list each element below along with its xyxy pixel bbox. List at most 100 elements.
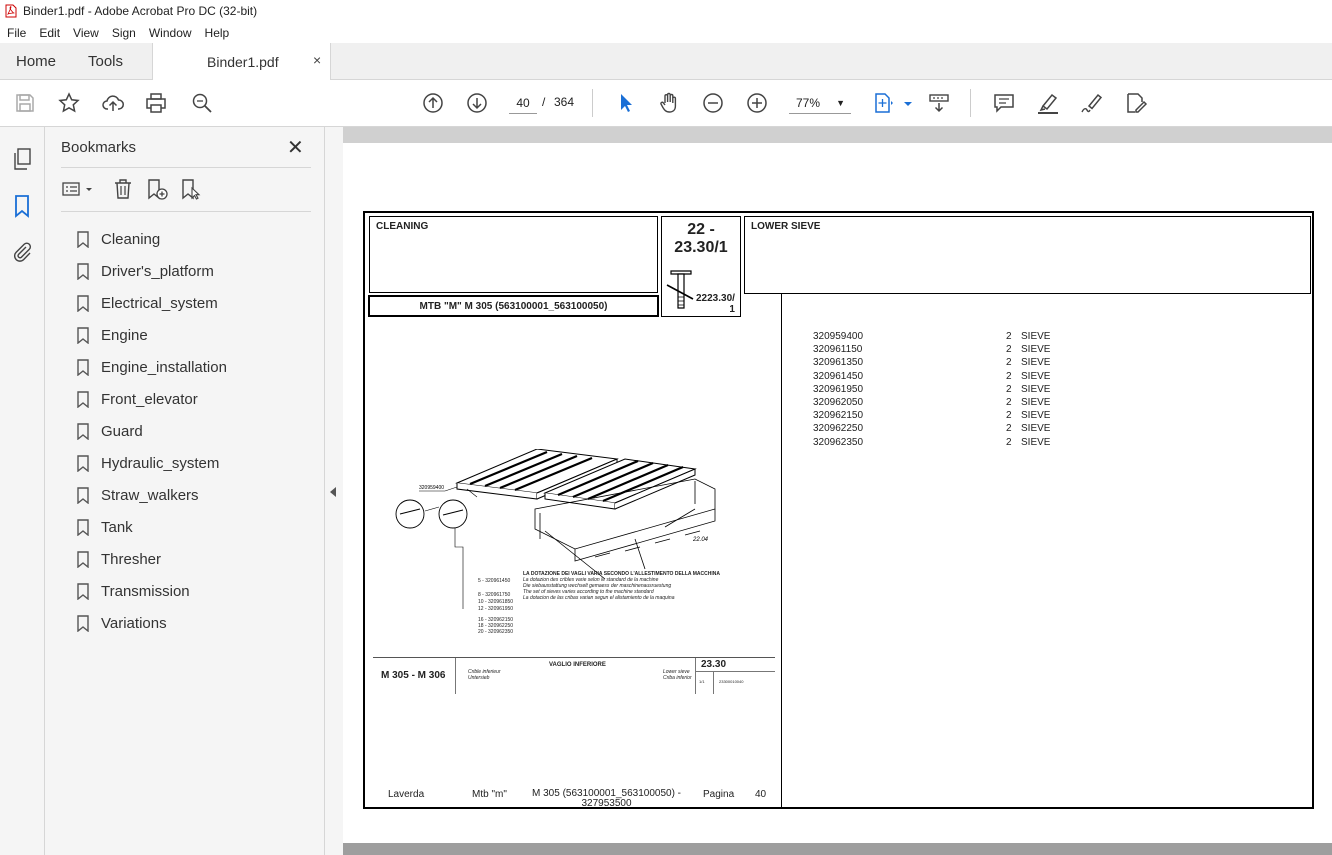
divider xyxy=(61,211,311,212)
bookmark-label: Variations xyxy=(101,614,167,632)
tab-home[interactable]: Home xyxy=(16,53,56,70)
star-icon[interactable] xyxy=(57,91,81,115)
search-zoom-icon[interactable] xyxy=(190,91,214,115)
bookmark-icon xyxy=(77,326,89,344)
bookmark-item[interactable]: Engine xyxy=(77,319,227,351)
part-number: 320962250 xyxy=(813,423,864,435)
tab-tools[interactable]: Tools xyxy=(88,53,123,70)
footer-model: M 305 (563100001_563100050) - 327953500 xyxy=(532,789,681,809)
zoom-level-select[interactable]: 77% ▼ xyxy=(789,92,851,114)
parts-list: 320959400 2 SIEVE 320961150 2 SIEVE 32096135… xyxy=(813,330,1050,449)
comment-icon[interactable] xyxy=(992,91,1016,115)
part-desc: SIEVE xyxy=(1021,331,1051,342)
draw-sign-icon[interactable] xyxy=(1080,91,1104,115)
hand-tool-icon[interactable] xyxy=(657,91,681,115)
bookmark-item[interactable]: Transmission xyxy=(77,575,227,607)
title-block-translations-left: Crible inferieur Untersieb xyxy=(468,669,501,681)
bookmark-item[interactable]: Engine_installation xyxy=(77,351,227,383)
select-cursor-icon[interactable] xyxy=(613,91,637,115)
bookmark-item[interactable]: Guard xyxy=(77,415,227,447)
divider xyxy=(61,167,311,168)
divider xyxy=(455,658,456,694)
part-qty: 2 xyxy=(1006,410,1012,422)
pages-thumbnails-icon[interactable] xyxy=(11,147,33,171)
attachment-icon[interactable] xyxy=(11,240,33,264)
bookmark-item[interactable]: Variations xyxy=(77,607,227,639)
bookmark-icon xyxy=(77,518,89,536)
chevron-down-icon: ▼ xyxy=(836,98,845,108)
part-qty: 2 xyxy=(1006,370,1012,382)
tab-close-icon[interactable]: × xyxy=(313,52,321,68)
group-number-line-1: 22 - xyxy=(687,221,715,238)
drawing-callout-main: 320959400 xyxy=(419,485,444,491)
part-desc: SIEVE xyxy=(1021,383,1051,395)
table-row: 320961950 2 SIEVE xyxy=(813,383,1050,396)
delete-icon[interactable] xyxy=(111,177,135,201)
bookmark-item[interactable]: Tank xyxy=(77,511,227,543)
bookmark-item[interactable]: Hydraulic_system xyxy=(77,447,227,479)
title-block-code: 23.30 xyxy=(701,659,727,670)
menu-help[interactable]: Help xyxy=(198,26,236,40)
part-number: 320961150 xyxy=(813,344,863,356)
table-row: 320959400 2 SIEVE xyxy=(813,330,1050,343)
tab-document[interactable]: Binder1.pdf × xyxy=(152,43,331,80)
bookmark-label: Hydraulic_system xyxy=(101,454,220,472)
page-number-input[interactable]: 40 xyxy=(509,92,537,114)
variant-label: 12 - 320961950 xyxy=(478,606,514,612)
part-desc: SIEVE xyxy=(1021,410,1051,422)
scroll-mode-icon[interactable] xyxy=(927,91,951,115)
group-ref-line-2: 1 xyxy=(729,304,735,315)
menu-file[interactable]: File xyxy=(0,26,32,40)
part-qty: 2 xyxy=(1006,357,1012,369)
part-qty: 2 xyxy=(1006,423,1012,435)
menu-window[interactable]: Window xyxy=(142,26,198,40)
fit-page-icon[interactable] xyxy=(871,91,895,115)
options-menu-icon[interactable] xyxy=(61,177,97,201)
document-view[interactable]: CLEANING MTB "M" M 305 (563100001_563100… xyxy=(343,127,1332,855)
menu-view[interactable]: View xyxy=(66,26,105,40)
add-bookmark-icon[interactable] xyxy=(145,177,169,201)
fit-dropdown-icon[interactable] xyxy=(896,91,912,115)
drawing-legend: LA DOTAZIONE DEI VAGLI VARIA SECONDO L'A… xyxy=(523,571,720,601)
part-number: 320959400 xyxy=(813,331,864,342)
part-title: LOWER SIEVE xyxy=(744,216,1311,294)
bookmark-icon xyxy=(77,262,89,280)
next-page-icon[interactable] xyxy=(465,91,489,115)
bookmarks-tools xyxy=(61,177,311,203)
group-number-box: 22 - 23.30/1 2223.30/ 1 xyxy=(661,216,741,317)
variant-label: 20 - 320962350 xyxy=(478,629,514,635)
close-icon[interactable]: ✕ xyxy=(287,135,304,160)
zoom-out-icon[interactable] xyxy=(701,91,725,115)
translation: Criba inferior xyxy=(663,675,692,681)
bookmark-item[interactable]: Front_elevator xyxy=(77,383,227,415)
print-icon[interactable] xyxy=(144,91,168,115)
page-total: 364 xyxy=(554,95,575,109)
part-qty: 2 xyxy=(1006,331,1012,342)
highlight-pen-icon[interactable] xyxy=(1036,91,1060,115)
bookmark-icon xyxy=(77,358,89,376)
bookmark-item[interactable]: Driver's_platform xyxy=(77,255,227,287)
menu-sign[interactable]: Sign xyxy=(105,26,142,40)
zoom-in-icon[interactable] xyxy=(745,91,769,115)
part-desc: SIEVE xyxy=(1021,397,1051,409)
bookmark-list: Cleaning Driver's_platform Electrical_sy… xyxy=(77,223,227,639)
bookmark-item[interactable]: Thresher xyxy=(77,543,227,575)
bookmark-search-icon[interactable] xyxy=(179,177,203,201)
fill-sign-icon[interactable] xyxy=(1124,91,1148,115)
exploded-parts-drawing: 22.04 320959400 xyxy=(395,449,716,609)
footer-brand: Laverda xyxy=(388,789,425,800)
previous-page-icon[interactable] xyxy=(421,91,445,115)
pdf-page: CLEANING MTB "M" M 305 (563100001_563100… xyxy=(343,143,1332,843)
bookmark-item[interactable]: Electrical_system xyxy=(77,287,227,319)
bookmark-item[interactable]: Straw_walkers xyxy=(77,479,227,511)
part-desc: SIEVE xyxy=(1021,370,1051,382)
save-icon[interactable] xyxy=(13,91,37,115)
panel-splitter[interactable] xyxy=(325,127,343,855)
menu-edit[interactable]: Edit xyxy=(32,26,66,40)
table-row: 320961450 2 SIEVE xyxy=(813,370,1050,383)
bookmark-panel-icon[interactable] xyxy=(11,194,33,218)
bookmark-item[interactable]: Cleaning xyxy=(77,223,227,255)
bookmark-label: Transmission xyxy=(101,582,190,600)
upload-cloud-icon[interactable] xyxy=(101,91,125,115)
collapse-panel-icon[interactable] xyxy=(330,487,336,497)
